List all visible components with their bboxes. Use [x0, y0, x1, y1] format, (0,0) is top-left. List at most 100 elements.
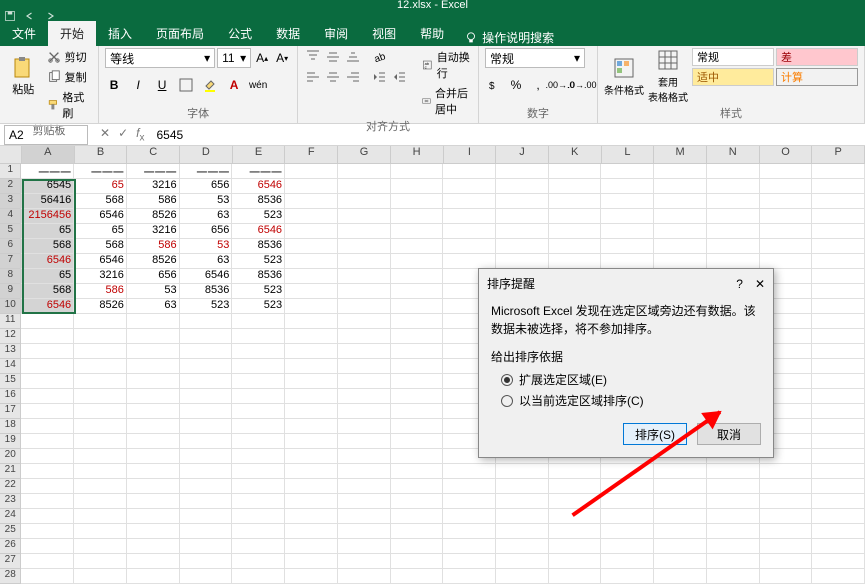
- cell[interactable]: [232, 494, 285, 509]
- cell[interactable]: [812, 239, 865, 254]
- column-header[interactable]: D: [180, 146, 233, 164]
- cell[interactable]: [601, 224, 654, 239]
- cell[interactable]: [285, 464, 338, 479]
- cell[interactable]: [285, 524, 338, 539]
- tab-formulas[interactable]: 公式: [216, 21, 264, 46]
- cell[interactable]: [21, 359, 74, 374]
- cell[interactable]: [391, 209, 444, 224]
- cell[interactable]: [180, 434, 233, 449]
- cell[interactable]: [127, 464, 180, 479]
- cell[interactable]: [601, 179, 654, 194]
- cell[interactable]: [760, 569, 813, 584]
- cell[interactable]: [21, 449, 74, 464]
- cell[interactable]: [285, 314, 338, 329]
- cell[interactable]: 523: [180, 299, 233, 314]
- cell[interactable]: 6546: [180, 269, 233, 284]
- cell[interactable]: [443, 509, 496, 524]
- cell[interactable]: [443, 224, 496, 239]
- cell[interactable]: [180, 539, 233, 554]
- cell[interactable]: [443, 194, 496, 209]
- cell[interactable]: [74, 524, 127, 539]
- cell[interactable]: [127, 449, 180, 464]
- cell[interactable]: [338, 404, 391, 419]
- font-size-dropdown[interactable]: 11▾: [217, 48, 251, 68]
- cell[interactable]: [654, 239, 707, 254]
- cell[interactable]: [180, 554, 233, 569]
- cell[interactable]: [285, 449, 338, 464]
- cell[interactable]: [549, 239, 602, 254]
- cell[interactable]: [232, 389, 285, 404]
- cell[interactable]: [391, 509, 444, 524]
- phonetic-button[interactable]: wén: [249, 76, 267, 94]
- cell[interactable]: [180, 509, 233, 524]
- align-bottom-button[interactable]: [344, 48, 362, 66]
- cell[interactable]: [654, 569, 707, 584]
- cell[interactable]: [21, 404, 74, 419]
- cell[interactable]: [285, 179, 338, 194]
- redo-icon[interactable]: [44, 10, 56, 22]
- cell[interactable]: [812, 509, 865, 524]
- formula-input[interactable]: 6545: [152, 128, 865, 142]
- cell[interactable]: [549, 179, 602, 194]
- cell[interactable]: [812, 284, 865, 299]
- align-top-button[interactable]: [304, 48, 322, 66]
- cell[interactable]: [232, 359, 285, 374]
- cell[interactable]: [443, 539, 496, 554]
- cell[interactable]: 一一一: [127, 164, 180, 179]
- cell[interactable]: [496, 524, 549, 539]
- cell[interactable]: [338, 314, 391, 329]
- bold-button[interactable]: B: [105, 76, 123, 94]
- cell[interactable]: 3216: [74, 269, 127, 284]
- cell[interactable]: [812, 464, 865, 479]
- cell[interactable]: [127, 314, 180, 329]
- cell[interactable]: [496, 464, 549, 479]
- tab-view[interactable]: 视图: [360, 21, 408, 46]
- cell[interactable]: [549, 554, 602, 569]
- cell[interactable]: [127, 374, 180, 389]
- cell[interactable]: 8536: [180, 284, 233, 299]
- enter-icon[interactable]: ✓: [118, 126, 128, 143]
- cell[interactable]: 6546: [232, 179, 285, 194]
- style-neutral[interactable]: 适中: [692, 68, 774, 86]
- format-painter-button[interactable]: 格式刷: [45, 88, 93, 122]
- row-header[interactable]: 26: [0, 539, 21, 554]
- number-format-dropdown[interactable]: 常规▾: [485, 48, 585, 68]
- cell[interactable]: [601, 254, 654, 269]
- cell[interactable]: [812, 404, 865, 419]
- row-header[interactable]: 7: [0, 254, 21, 269]
- cell[interactable]: [338, 449, 391, 464]
- cell[interactable]: [707, 179, 760, 194]
- tab-help[interactable]: 帮助: [408, 21, 456, 46]
- cell[interactable]: [812, 524, 865, 539]
- column-header[interactable]: J: [496, 146, 549, 164]
- cell[interactable]: [812, 329, 865, 344]
- cell[interactable]: [496, 209, 549, 224]
- align-right-button[interactable]: [344, 68, 362, 86]
- cell[interactable]: [21, 479, 74, 494]
- row-header[interactable]: 23: [0, 494, 21, 509]
- cell[interactable]: [391, 359, 444, 374]
- cell[interactable]: [232, 554, 285, 569]
- cell[interactable]: 8536: [232, 269, 285, 284]
- cell[interactable]: 6546: [21, 299, 74, 314]
- help-icon[interactable]: ?: [736, 277, 743, 291]
- cell[interactable]: [74, 359, 127, 374]
- cell[interactable]: 53: [180, 239, 233, 254]
- cell[interactable]: [338, 269, 391, 284]
- cell[interactable]: [496, 179, 549, 194]
- cell[interactable]: [21, 539, 74, 554]
- cell[interactable]: [232, 404, 285, 419]
- cell[interactable]: [127, 344, 180, 359]
- cell[interactable]: [338, 284, 391, 299]
- cell[interactable]: [180, 344, 233, 359]
- cell[interactable]: [180, 479, 233, 494]
- cell[interactable]: [601, 539, 654, 554]
- cell[interactable]: [654, 194, 707, 209]
- font-name-dropdown[interactable]: 等线▾: [105, 48, 215, 68]
- underline-button[interactable]: U: [153, 76, 171, 94]
- cell[interactable]: [127, 389, 180, 404]
- cell[interactable]: 6546: [74, 209, 127, 224]
- column-header[interactable]: M: [654, 146, 707, 164]
- cell[interactable]: [707, 164, 760, 179]
- cell[interactable]: [654, 524, 707, 539]
